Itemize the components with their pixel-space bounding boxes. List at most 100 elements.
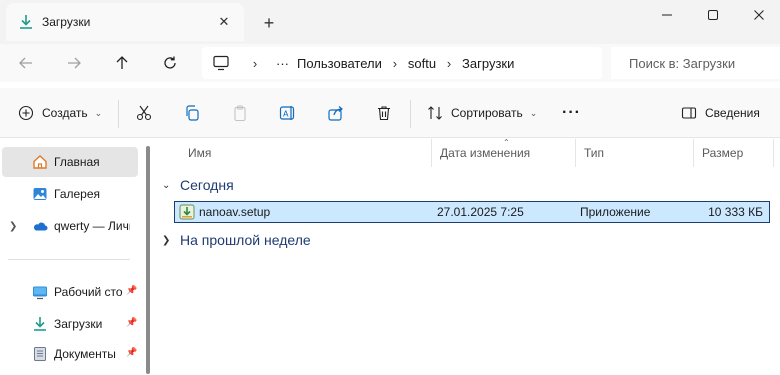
share-icon xyxy=(328,106,343,121)
tab-downloads[interactable]: Загрузки ✕ xyxy=(6,3,244,41)
pin-icon[interactable]: 📌 xyxy=(126,285,138,297)
share-button[interactable] xyxy=(327,101,345,125)
arrow-left-icon xyxy=(19,57,32,69)
plus-circle-icon xyxy=(18,105,34,121)
breadcrumb-softu[interactable]: softu xyxy=(408,56,436,71)
close-tab-button[interactable]: ✕ xyxy=(216,14,232,30)
delete-button[interactable] xyxy=(375,101,393,125)
arrow-up-icon xyxy=(116,56,128,69)
back-button[interactable] xyxy=(14,51,38,75)
column-header-name[interactable]: Имя xyxy=(180,139,432,167)
download-icon xyxy=(32,316,48,332)
sidebar-item-onedrive[interactable]: qwerty — Личн xyxy=(2,211,138,241)
close-window-button[interactable] xyxy=(736,0,780,30)
documents-icon xyxy=(32,346,48,362)
copy-button[interactable] xyxy=(183,101,201,125)
cut-button[interactable] xyxy=(135,101,153,125)
column-header-type[interactable]: Тип xyxy=(576,139,694,167)
clipboard-icon xyxy=(234,105,246,122)
computer-icon xyxy=(212,55,230,71)
file-date: 27.01.2025 7:25 xyxy=(437,205,524,219)
maximize-button[interactable] xyxy=(690,0,736,30)
sort-button[interactable]: Сортировать ⌄ xyxy=(427,101,537,125)
maximize-icon xyxy=(708,10,718,20)
pin-icon[interactable]: 📌 xyxy=(126,347,138,359)
group-today[interactable]: ⌄ Сегодня xyxy=(162,173,234,197)
sidebar-item-gallery[interactable]: Галерея xyxy=(2,179,138,209)
create-label: Создать xyxy=(42,106,88,120)
minimize-icon xyxy=(662,14,672,16)
close-icon xyxy=(754,10,764,20)
navigation-pane: Главная Галерея ❯ qwerty — Личн Рабочий … xyxy=(0,139,152,375)
create-button[interactable]: Создать ⌄ xyxy=(18,101,102,125)
desktop-icon xyxy=(32,284,48,300)
sidebar-item-label: Галерея xyxy=(54,187,101,201)
file-type: Приложение xyxy=(580,205,651,219)
refresh-icon xyxy=(164,56,176,69)
breadcrumb-overflow[interactable]: ··· xyxy=(276,56,289,71)
sidebar-item-desktop[interactable]: Рабочий сто 📌 xyxy=(2,277,138,307)
breadcrumb-separator[interactable]: › xyxy=(442,56,456,71)
toolbar-divider xyxy=(118,100,119,128)
search-box[interactable] xyxy=(611,47,780,79)
column-header-label: Тип xyxy=(584,146,605,160)
address-row: › ··· Пользователи › softu › Загрузки xyxy=(0,44,780,82)
refresh-button[interactable] xyxy=(158,51,182,75)
gallery-icon xyxy=(32,186,48,202)
breadcrumb-separator: › xyxy=(252,55,258,71)
details-pane-icon xyxy=(681,107,697,119)
column-header-label: Имя xyxy=(188,146,212,160)
file-size: 10 333 КБ xyxy=(708,205,763,219)
details-label: Сведения xyxy=(705,106,760,120)
sort-icon xyxy=(428,106,442,120)
breadcrumb-separator[interactable]: › xyxy=(388,56,402,71)
breadcrumb-users[interactable]: Пользователи xyxy=(297,56,382,71)
sidebar-item-label: Загрузки xyxy=(54,317,103,331)
details-button[interactable]: Сведения xyxy=(681,101,760,125)
sidebar-item-documents[interactable]: Документы 📌 xyxy=(2,339,138,369)
sidebar-item-home[interactable]: Главная xyxy=(2,147,138,177)
breadcrumb-downloads[interactable]: Загрузки xyxy=(462,56,514,71)
home-icon xyxy=(32,154,48,170)
tab-title: Загрузки xyxy=(42,15,91,29)
more-options-button[interactable]: ··· xyxy=(562,101,581,125)
column-header-label: Дата изменения xyxy=(440,146,531,160)
up-button[interactable] xyxy=(110,51,134,75)
search-input[interactable] xyxy=(629,55,769,71)
new-tab-button[interactable]: + xyxy=(258,12,280,34)
scissors-icon xyxy=(136,105,152,121)
forward-button[interactable] xyxy=(62,51,86,75)
sort-label: Сортировать xyxy=(451,106,523,120)
rename-button[interactable]: A xyxy=(279,101,297,125)
title-bar: Загрузки ✕ + xyxy=(0,0,780,44)
onedrive-icon xyxy=(32,218,48,234)
download-icon xyxy=(18,14,34,30)
sidebar-item-downloads[interactable]: Загрузки 📌 xyxy=(2,309,138,339)
svg-text:A: A xyxy=(283,110,289,119)
sidebar-divider xyxy=(8,259,130,260)
column-header-label: Размер xyxy=(702,146,744,160)
paste-button[interactable] xyxy=(231,101,249,125)
sidebar-item-label: Главная xyxy=(54,155,100,169)
group-label: Сегодня xyxy=(180,177,234,193)
pin-icon[interactable]: 📌 xyxy=(126,317,138,329)
trash-icon xyxy=(378,106,390,121)
table-row[interactable]: nanoav.setup 27.01.2025 7:25 Приложение … xyxy=(174,201,770,223)
address-bar[interactable]: › ··· Пользователи › softu › Загрузки xyxy=(202,47,602,79)
minimize-button[interactable] xyxy=(644,0,690,30)
chevron-down-icon: ⌄ xyxy=(529,107,538,118)
group-last-week[interactable]: ❯ На прошлой неделе xyxy=(162,228,311,252)
chevron-down-icon: ⌄ xyxy=(94,107,103,118)
installer-icon xyxy=(179,204,195,220)
sidebar-item-label: Рабочий сто xyxy=(54,285,123,299)
column-header-size[interactable]: Размер xyxy=(694,139,774,167)
file-name: nanoav.setup xyxy=(199,205,271,219)
file-list: Имя ⌃ Дата изменения Тип Размер ⌄ Сегодн… xyxy=(158,138,780,375)
more-icon: ··· xyxy=(562,104,581,121)
column-header-date[interactable]: Дата изменения xyxy=(432,139,576,167)
sidebar-item-label: Документы xyxy=(54,347,116,361)
sidebar-scrollbar[interactable] xyxy=(146,146,150,374)
sidebar-item-label: qwerty — Личн xyxy=(54,219,130,233)
chevron-down-icon: ⌄ xyxy=(162,179,171,191)
copy-icon xyxy=(186,105,199,121)
